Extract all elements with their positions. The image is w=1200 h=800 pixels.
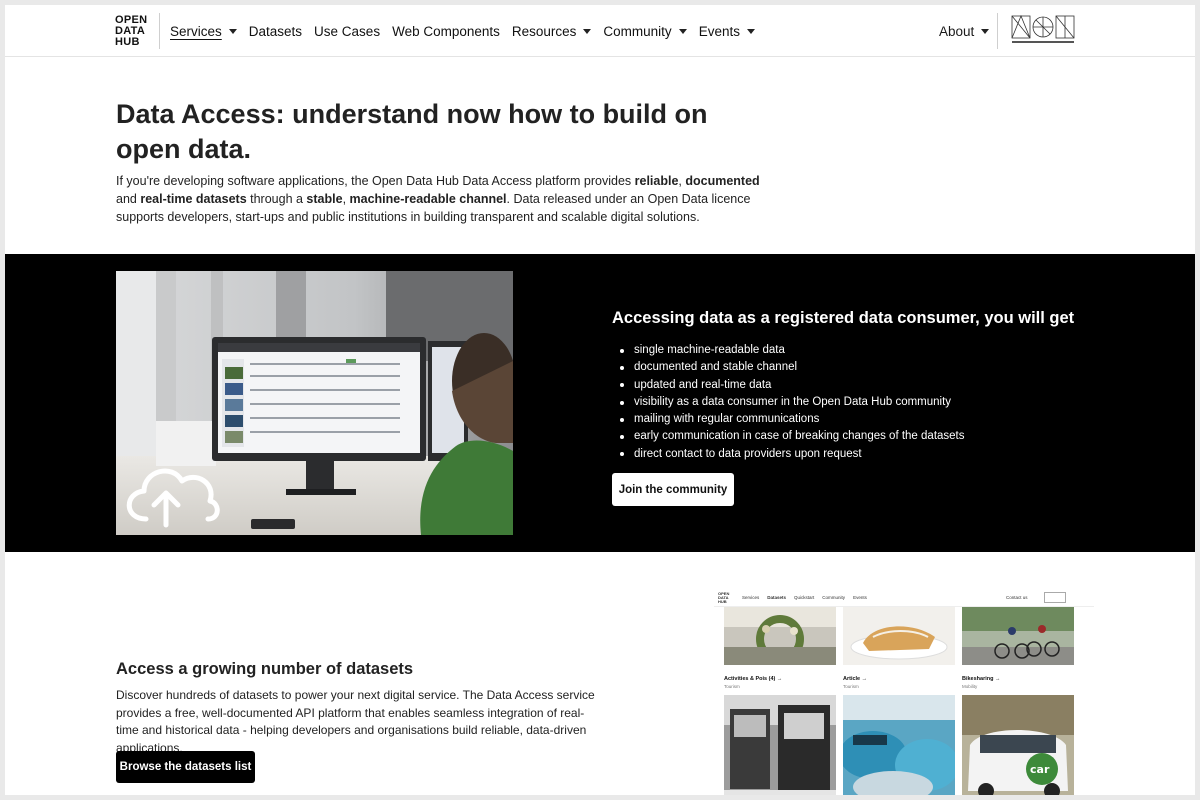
nav-item-about[interactable]: About [939, 5, 990, 57]
datasets-description: Discover hundreds of datasets to power y… [116, 688, 595, 755]
preview-card-activities: Activities & Pois (4) → Tourism [724, 607, 836, 689]
page-title: Data Access: understand now how to build… [116, 99, 708, 164]
open-data-hub-logo[interactable]: OPEN DATA HUB [115, 15, 147, 48]
partner-divider [997, 13, 998, 49]
nav-item-services[interactable]: Services [170, 24, 237, 39]
developer-at-monitor-photo [116, 271, 513, 535]
page: OPEN DATA HUB Services Datasets Use Case… [5, 5, 1195, 795]
list-item: early communication in case of breaking … [620, 428, 965, 445]
logo-divider [159, 13, 160, 49]
hero-description: If you're developing software applicatio… [116, 174, 760, 224]
nav-item-web-components[interactable]: Web Components [392, 24, 500, 39]
preview-navbar: OPEN DATA HUB Services Datasets Quickstart Co… [714, 589, 1094, 607]
nav-item-community[interactable]: Community [603, 24, 687, 39]
nav-item-resources[interactable]: Resources [512, 24, 592, 39]
top-navbar: OPEN DATA HUB Services Datasets Use Case… [5, 5, 1195, 57]
list-item: single machine-readable data [620, 342, 965, 359]
nav-item-datasets[interactable]: Datasets [249, 24, 302, 39]
list-item: direct contact to data providers upon re… [620, 446, 965, 463]
browse-datasets-button[interactable]: Browse the datasets list [116, 751, 255, 783]
datasets-page-preview-image: OPEN DATA HUB Services Datasets Quickstart Co… [714, 589, 1094, 795]
benefits-list: single machine-readable data documented … [620, 342, 965, 463]
list-item: documented and stable channel [620, 359, 965, 376]
list-item: visibility as a data consumer in the Ope… [620, 394, 965, 411]
nav-item-use-cases[interactable]: Use Cases [314, 24, 380, 39]
preview-menu: Services Datasets Quickstart Community Event… [742, 595, 867, 600]
consumer-benefits-section: Accessing data as a registered data cons… [5, 254, 1195, 552]
preview-partner-logo [1044, 592, 1066, 603]
strudel-photo [843, 607, 955, 665]
preview-contact-link: Contact us [1006, 595, 1028, 600]
cyclists-photo [962, 607, 1074, 665]
main-menu: Services Datasets Use Cases Web Componen… [170, 5, 755, 57]
datasets-section-title: Access a growing number of datasets [116, 660, 414, 678]
consumer-benefits-title: Accessing data as a registered data cons… [612, 309, 1075, 327]
chevron-down-icon [583, 28, 592, 34]
list-item: mailing with regular communications [620, 411, 965, 428]
chevron-down-icon [678, 28, 687, 34]
preview-card-bikesharing: Bikesharing → Mobility [962, 607, 1074, 689]
preview-logo: OPEN DATA HUB [718, 591, 730, 604]
noi-techpark-logo[interactable] [1011, 15, 1075, 47]
svg-text:car: car [1030, 763, 1050, 776]
chevron-down-icon [228, 28, 237, 34]
trucks-photo [724, 695, 836, 795]
parked-cars-photo [843, 695, 955, 795]
carsharing-car-photo: car [962, 695, 1074, 795]
list-item: updated and real-time data [620, 377, 965, 394]
join-community-button[interactable]: Join the community [612, 473, 734, 506]
preview-card-article: Article → Tourism [843, 607, 955, 689]
nav-item-events[interactable]: Events [699, 24, 755, 39]
chevron-down-icon [981, 28, 990, 34]
wreath-photo [724, 607, 836, 665]
chevron-down-icon [746, 28, 755, 34]
